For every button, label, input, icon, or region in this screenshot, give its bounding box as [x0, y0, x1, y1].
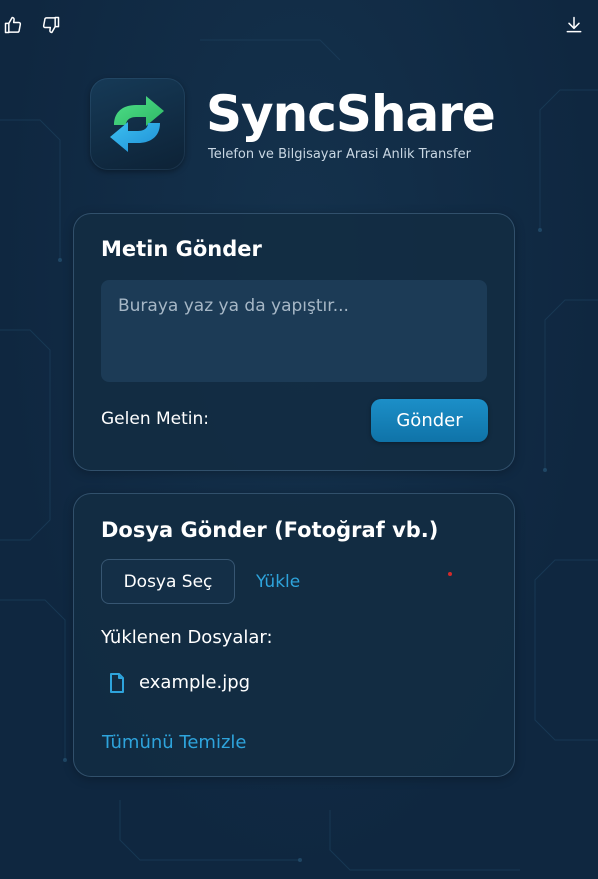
text-input[interactable]	[101, 280, 487, 382]
choose-file-button[interactable]: Dosya Seç	[101, 559, 235, 604]
thumbs-up-icon[interactable]	[2, 14, 24, 36]
uploaded-files-heading: Yüklenen Dosyalar:	[101, 627, 273, 648]
app-logo	[90, 78, 185, 170]
app-subtitle: Telefon ve Bilgisayar Arasi Anlik Transf…	[208, 147, 471, 162]
send-text-heading: Metin Gönder	[101, 237, 262, 261]
indicator-dot	[448, 572, 452, 576]
clear-all-link[interactable]: Tümünü Temizle	[102, 732, 246, 753]
send-file-heading: Dosya Gönder (Fotoğraf vb.)	[101, 518, 439, 542]
sync-arrows-icon	[110, 96, 164, 152]
upload-link[interactable]: Yükle	[256, 572, 300, 592]
thumbs-down-icon[interactable]	[40, 14, 62, 36]
file-list-item[interactable]: example.jpg	[109, 672, 250, 693]
incoming-text-label: Gelen Metin:	[101, 409, 210, 429]
send-text-card: Metin Gönder Gelen Metin: Gönder	[73, 213, 515, 471]
file-name: example.jpg	[139, 672, 251, 693]
send-file-card: Dosya Gönder (Fotoğraf vb.) Dosya Seç Yü…	[73, 493, 515, 777]
send-button[interactable]: Gönder	[371, 399, 488, 442]
app-title: SyncShare	[206, 85, 496, 143]
download-icon[interactable]	[563, 14, 585, 36]
file-icon	[110, 672, 124, 693]
